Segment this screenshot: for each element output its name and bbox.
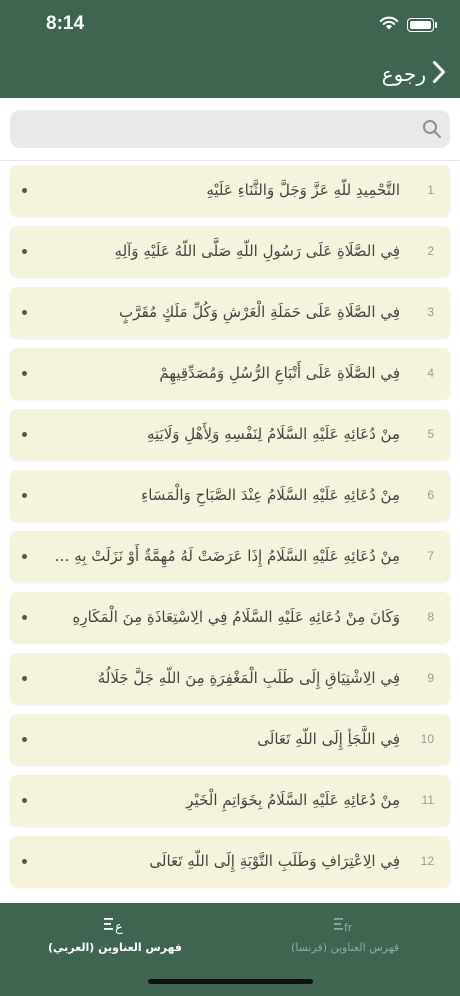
bullet-icon: [22, 615, 27, 620]
item-number: 3: [427, 305, 434, 319]
item-title: فِي الصَّلَاةِ عَلَى حَمَلَةِ الْعَرْشِ …: [119, 303, 400, 321]
item-title: فِي الِاشْتِيَاقِ إِلَى طَلَبِ الْمَغْفِ…: [97, 669, 400, 687]
item-number: 5: [427, 427, 434, 441]
item-number: 6: [427, 488, 434, 502]
item-number: 1: [427, 183, 434, 197]
list-ar-icon: ع: [103, 915, 127, 939]
tab-label: فهرس العناوين (فرنسا): [290, 941, 400, 954]
tab-label: فهرس العناوين (العربي): [47, 941, 182, 954]
search-box[interactable]: [10, 110, 450, 150]
item-title: فِي الصَّلَاةِ عَلَى أَتْبَاعِ الرُّسُلِ…: [159, 364, 400, 382]
item-number: 10: [420, 732, 434, 746]
list-fr-icon: fr: [333, 915, 357, 939]
list-item[interactable]: 9 فِي الِاشْتِيَاقِ إِلَى طَلَبِ الْمَغْ…: [10, 653, 450, 704]
status-time: 8:14: [46, 13, 85, 34]
search-icon: [422, 119, 442, 143]
item-title: مِنْ دُعَائِهِ عَلَيْهِ السَّلَامُ لِنَف…: [146, 425, 400, 443]
bullet-icon: [22, 310, 27, 315]
item-title: مِنْ دُعَائِهِ عَلَيْهِ السَّلَامُ بِخَو…: [186, 791, 400, 809]
battery-icon: [407, 17, 437, 32]
item-title: التَّحْمِيدِ للّهِ عَزَّ وَجَلَّ وَالثَّ…: [206, 181, 400, 199]
bullet-icon: [22, 249, 27, 254]
list-item[interactable]: 8 وَكَانَ مِنْ دُعَائِهِ عَلَيْهِ السَّل…: [10, 592, 450, 643]
bullet-icon: [22, 676, 27, 681]
bullet-icon: [22, 371, 27, 376]
nav-header: 8:14 رجوع: [0, 0, 460, 98]
list-item[interactable]: 11 مِنْ دُعَائِهِ عَلَيْهِ السَّلَامُ بِ…: [10, 775, 450, 826]
bullet-icon: [22, 432, 27, 437]
item-title: مِنْ دُعَائِهِ عَلَيْهِ السَّلَامُ عِنْد…: [141, 486, 400, 504]
item-number: 12: [420, 854, 434, 868]
svg-text:ع: ع: [115, 920, 123, 935]
item-number: 9: [427, 671, 434, 685]
back-button-label: رجوع: [381, 62, 426, 86]
search-input[interactable]: [20, 110, 424, 150]
home-indicator: [148, 979, 313, 984]
list-item[interactable]: 2 فِي الصَّلَاةِ عَلَى رَسُولِ اللّهِ صَ…: [10, 226, 450, 277]
list-item[interactable]: 10 فِي اللَّجَأِ إِلَى اللّهِ تَعَالَى: [10, 714, 450, 765]
list-item[interactable]: 4 فِي الصَّلَاةِ عَلَى أَتْبَاعِ الرُّسُ…: [10, 348, 450, 399]
bullet-icon: [22, 188, 27, 193]
tab-arabic-index[interactable]: ع فهرس العناوين (العربي): [0, 903, 230, 963]
item-title: فِي اللَّجَأِ إِلَى اللّهِ تَعَالَى: [257, 730, 400, 748]
back-button[interactable]: رجوع: [382, 60, 446, 88]
list-item[interactable]: 5 مِنْ دُعَائِهِ عَلَيْهِ السَّلَامُ لِن…: [10, 409, 450, 460]
bullet-icon: [22, 737, 27, 742]
list-item[interactable]: 3 فِي الصَّلَاةِ عَلَى حَمَلَةِ الْعَرْش…: [10, 287, 450, 338]
tab-french-index[interactable]: fr فهرس العناوين (فرنسا): [230, 903, 460, 963]
svg-text:fr: fr: [344, 921, 353, 934]
item-title: وَكَانَ مِنْ دُعَائِهِ عَلَيْهِ السَّلَا…: [72, 608, 400, 626]
item-title: فِي الِاعْتِرَافِ وَطَلَبِ التَّوْبَةِ إ…: [149, 852, 400, 870]
item-title: مِنْ دُعَائِهِ عَلَيْهِ السَّلَامُ إِذَا…: [48, 547, 400, 565]
list-item[interactable]: 1 التَّحْمِيدِ للّهِ عَزَّ وَجَلَّ وَالث…: [10, 165, 450, 216]
item-number: 2: [427, 244, 434, 258]
item-number: 11: [421, 793, 434, 807]
bullet-icon: [22, 798, 27, 803]
item-number: 7: [427, 549, 434, 563]
item-title: فِي الصَّلَاةِ عَلَى رَسُولِ اللّهِ صَلَ…: [114, 242, 400, 260]
bullet-icon: [22, 859, 27, 864]
status-icons: [379, 15, 437, 34]
list-item[interactable]: 12 فِي الِاعْتِرَافِ وَطَلَبِ التَّوْبَة…: [10, 836, 450, 887]
wifi-icon: [379, 15, 399, 34]
item-number: 4: [427, 366, 434, 380]
item-number: 8: [427, 610, 434, 624]
chevron-right-icon: [432, 60, 446, 88]
bullet-icon: [22, 493, 27, 498]
list-item[interactable]: 7 مِنْ دُعَائِهِ عَلَيْهِ السَّلَامُ إِذ…: [10, 531, 450, 582]
search-bar-container: [0, 98, 460, 161]
bullet-icon: [22, 554, 27, 559]
list-item[interactable]: 6 مِنْ دُعَائِهِ عَلَيْهِ السَّلَامُ عِن…: [10, 470, 450, 521]
